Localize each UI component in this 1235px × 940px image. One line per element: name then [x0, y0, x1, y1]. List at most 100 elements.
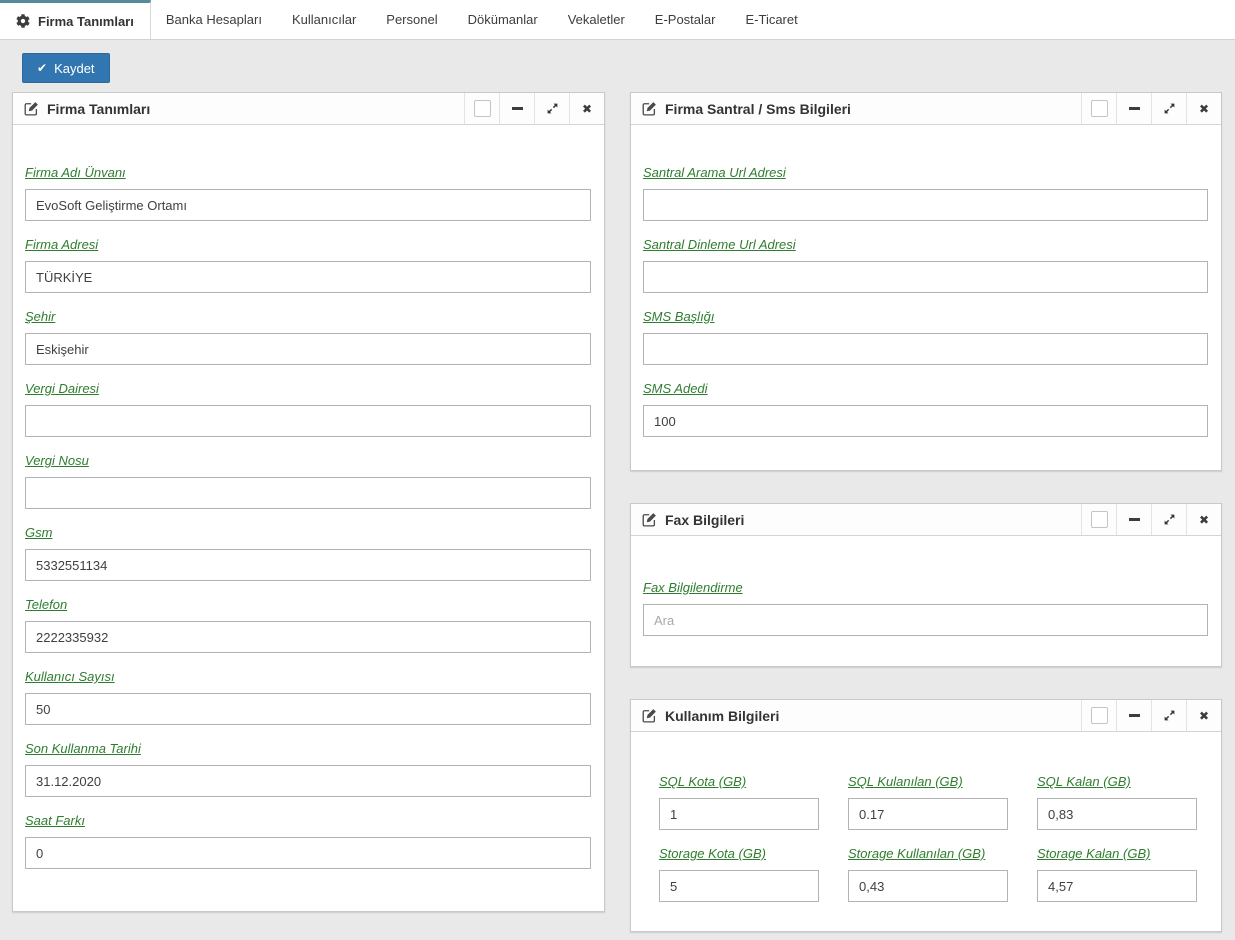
form-field: SMS Başlığı: [643, 309, 1208, 365]
expand-icon: [1163, 513, 1176, 526]
field-label: SMS Adedi: [643, 381, 1208, 396]
panel-santral-sms: Firma Santral / Sms Bilgileri ✖ Santral …: [630, 92, 1222, 471]
field-label: Storage Kalan (GB): [1037, 846, 1197, 861]
storage-kalan-input[interactable]: [1037, 870, 1197, 902]
firma-adi-unvani-input[interactable]: [25, 189, 591, 221]
tab-personel[interactable]: Personel: [371, 0, 452, 39]
tab-e-ticaret[interactable]: E-Ticaret: [730, 0, 812, 39]
fax-bilgilendirme-input[interactable]: [643, 604, 1208, 636]
panel-header: Firma Santral / Sms Bilgileri ✖: [631, 93, 1221, 125]
panel-checkbox[interactable]: [1081, 93, 1116, 124]
sql-kota-input[interactable]: [659, 798, 819, 830]
collapse-button[interactable]: [1116, 700, 1151, 731]
field-label: SMS Başlığı: [643, 309, 1208, 324]
panel-checkbox[interactable]: [464, 93, 499, 124]
toolbar: ✔ Kaydet: [0, 40, 1235, 92]
edit-icon: [642, 101, 657, 116]
santral-arama-url-input[interactable]: [643, 189, 1208, 221]
field-label: Santral Dinleme Url Adresi: [643, 237, 1208, 252]
tab-firma-tanimlari[interactable]: Firma Tanımları: [0, 0, 151, 39]
top-tab-bar: Firma Tanımları Banka Hesapları Kullanıc…: [0, 0, 1235, 40]
form-field: Vergi Dairesi: [25, 381, 591, 437]
sms-adedi-input[interactable]: [643, 405, 1208, 437]
expand-icon: [1163, 709, 1176, 722]
expand-button[interactable]: [1151, 93, 1186, 124]
tab-kullanicilar[interactable]: Kullanıcılar: [277, 0, 371, 39]
field-label: SQL Kota (GB): [659, 774, 819, 789]
close-icon: ✖: [582, 102, 592, 116]
close-button[interactable]: ✖: [1186, 93, 1221, 124]
save-button[interactable]: ✔ Kaydet: [22, 53, 110, 83]
kullanici-sayisi-input[interactable]: [25, 693, 591, 725]
save-button-label: Kaydet: [54, 61, 94, 76]
close-button[interactable]: ✖: [569, 93, 604, 124]
form-field: Kullanıcı Sayısı: [25, 669, 591, 725]
form-field: Storage Kota (GB): [659, 846, 819, 902]
minus-icon: [1129, 518, 1140, 521]
gsm-input[interactable]: [25, 549, 591, 581]
sql-kalan-input[interactable]: [1037, 798, 1197, 830]
panel-controls: ✖: [464, 93, 604, 124]
field-label: Firma Adı Ünvanı: [25, 165, 591, 180]
minus-icon: [512, 107, 523, 110]
storage-kullanilan-input[interactable]: [848, 870, 1008, 902]
expand-button[interactable]: [534, 93, 569, 124]
form-field: Vergi Nosu: [25, 453, 591, 509]
field-label: Fax Bilgilendirme: [643, 580, 1208, 595]
tab-vekaletler[interactable]: Vekaletler: [553, 0, 640, 39]
field-label: Gsm: [25, 525, 591, 540]
expand-icon: [546, 102, 559, 115]
close-button[interactable]: ✖: [1186, 504, 1221, 535]
form-field: Santral Dinleme Url Adresi: [643, 237, 1208, 293]
collapse-button[interactable]: [1116, 504, 1151, 535]
tab-dokumanlar[interactable]: Dökümanlar: [453, 0, 553, 39]
expand-button[interactable]: [1151, 504, 1186, 535]
close-icon: ✖: [1199, 709, 1209, 723]
field-label: Firma Adresi: [25, 237, 591, 252]
firma-adresi-input[interactable]: [25, 261, 591, 293]
close-icon: ✖: [1199, 102, 1209, 116]
form-field: Storage Kalan (GB): [1037, 846, 1197, 902]
form-field: Santral Arama Url Adresi: [643, 165, 1208, 221]
field-label: Vergi Nosu: [25, 453, 591, 468]
sehir-input[interactable]: [25, 333, 591, 365]
panel-header: Kullanım Bilgileri ✖: [631, 700, 1221, 732]
form-field: Fax Bilgilendirme: [643, 580, 1208, 636]
storage-kota-input[interactable]: [659, 870, 819, 902]
sql-kullanilan-input[interactable]: [848, 798, 1008, 830]
tab-label: Firma Tanımları: [38, 14, 134, 29]
collapse-button[interactable]: [499, 93, 534, 124]
field-label: SQL Kalan (GB): [1037, 774, 1197, 789]
vergi-dairesi-input[interactable]: [25, 405, 591, 437]
form-field: Şehir: [25, 309, 591, 365]
panel-body: Fax Bilgilendirme: [631, 536, 1221, 666]
son-kullanma-tarihi-input[interactable]: [25, 765, 591, 797]
close-icon: ✖: [1199, 513, 1209, 527]
close-button[interactable]: ✖: [1186, 700, 1221, 731]
edit-icon: [24, 101, 39, 116]
gear-icon: [16, 14, 30, 28]
tab-banka-hesaplari[interactable]: Banka Hesapları: [151, 0, 277, 39]
form-field: SQL Kulanılan (GB): [848, 774, 1008, 830]
form-field: SQL Kalan (GB): [1037, 774, 1197, 830]
vergi-nosu-input[interactable]: [25, 477, 591, 509]
sms-basligi-input[interactable]: [643, 333, 1208, 365]
telefon-input[interactable]: [25, 621, 591, 653]
field-label: Şehir: [25, 309, 591, 324]
tab-e-postalar[interactable]: E-Postalar: [640, 0, 731, 39]
panel-kullanim: Kullanım Bilgileri ✖ SQL Kota (GB) SQL K…: [630, 699, 1222, 932]
panel-controls: ✖: [1081, 93, 1221, 124]
check-icon: ✔: [37, 61, 47, 75]
field-label: Santral Arama Url Adresi: [643, 165, 1208, 180]
form-field: Storage Kullanılan (GB): [848, 846, 1008, 902]
expand-button[interactable]: [1151, 700, 1186, 731]
collapse-button[interactable]: [1116, 93, 1151, 124]
form-field: Son Kullanma Tarihi: [25, 741, 591, 797]
form-field: Firma Adresi: [25, 237, 591, 293]
panel-fax: Fax Bilgileri ✖ Fax Bilgilendirme: [630, 503, 1222, 667]
panel-checkbox[interactable]: [1081, 700, 1116, 731]
panel-checkbox[interactable]: [1081, 504, 1116, 535]
santral-dinleme-url-input[interactable]: [643, 261, 1208, 293]
expand-icon: [1163, 102, 1176, 115]
saat-farki-input[interactable]: [25, 837, 591, 869]
